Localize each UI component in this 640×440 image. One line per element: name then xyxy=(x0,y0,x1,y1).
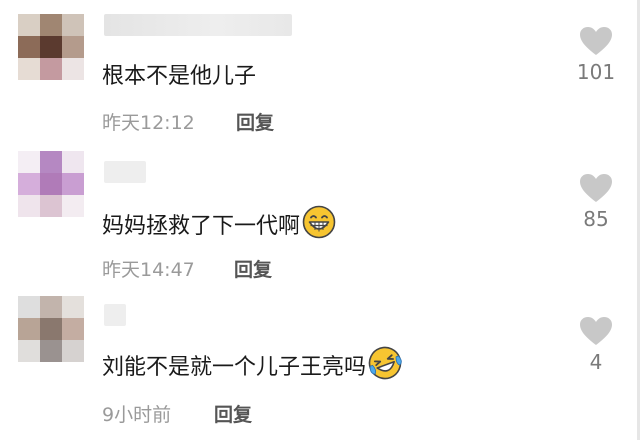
comment-text-content: 妈妈拯救了下一代啊 xyxy=(102,214,301,239)
username-blurred[interactable] xyxy=(104,304,126,326)
comment-time: 昨天14:47 xyxy=(102,259,195,281)
like-button[interactable]: 85 xyxy=(568,173,624,231)
avatar[interactable] xyxy=(18,151,84,217)
reply-button[interactable]: 回复 xyxy=(214,400,252,427)
username-blurred[interactable] xyxy=(104,14,292,36)
comment-text: 根本不是他儿子 xyxy=(102,64,257,89)
comment-item: 妈妈拯救了下一代啊 昨天14:47 回复 85 xyxy=(0,145,640,290)
like-count: 4 xyxy=(589,350,603,374)
like-count: 85 xyxy=(583,207,609,231)
comment-text: 刘能不是就一个儿子王亮吗 xyxy=(102,346,402,386)
grinning-face-icon xyxy=(302,205,336,245)
like-button[interactable]: 4 xyxy=(568,316,624,374)
comment-item: 刘能不是就一个儿子王亮吗 9小时前 回复 4 xyxy=(0,290,640,440)
avatar[interactable] xyxy=(18,296,84,362)
avatar[interactable] xyxy=(18,14,84,80)
like-count: 101 xyxy=(576,60,616,84)
reply-button[interactable]: 回复 xyxy=(236,108,274,135)
comment-time: 昨天12:12 xyxy=(102,112,195,134)
heart-icon xyxy=(580,174,612,202)
comment-time: 9小时前 xyxy=(102,404,172,426)
like-button[interactable]: 101 xyxy=(568,26,624,84)
heart-icon xyxy=(580,27,612,55)
comment-text-content: 刘能不是就一个儿子王亮吗 xyxy=(102,355,367,380)
username-blurred[interactable] xyxy=(104,161,146,183)
laughing-tears-face-icon xyxy=(368,346,402,386)
reply-button[interactable]: 回复 xyxy=(234,255,272,282)
heart-icon xyxy=(580,317,612,345)
comment-text: 妈妈拯救了下一代啊 xyxy=(102,205,336,245)
comment-item: 根本不是他儿子 昨天12:12 回复 101 xyxy=(0,0,640,145)
